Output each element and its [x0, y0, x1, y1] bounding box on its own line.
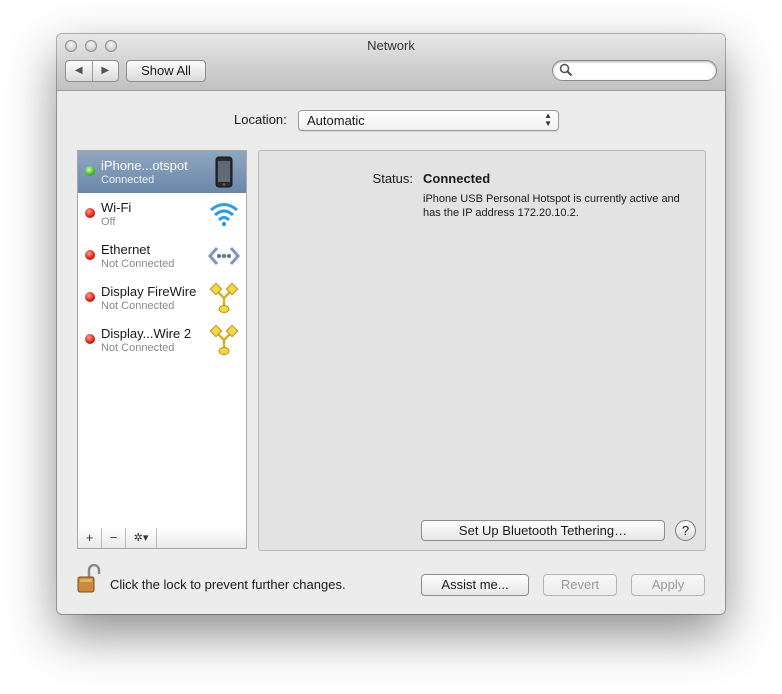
- service-list-controls: + − ✲▾: [77, 528, 247, 549]
- window-title: Network: [367, 38, 415, 53]
- service-name: Wi-Fi: [101, 200, 132, 215]
- title-bar: Network ◀ ▶ Show All: [57, 34, 725, 91]
- show-all-button[interactable]: Show All: [126, 60, 206, 82]
- service-name: Display...Wire 2: [101, 326, 192, 341]
- location-label: Location:: [234, 112, 287, 127]
- remove-service-button[interactable]: −: [102, 528, 126, 548]
- service-item-iphone-hotspot[interactable]: iPhone...otspot Connected: [78, 151, 246, 193]
- search-field[interactable]: [552, 60, 717, 81]
- status-description: iPhone USB Personal Hotspot is currently…: [423, 193, 680, 219]
- service-item-wifi[interactable]: Wi-Fi Off: [78, 193, 246, 235]
- service-status: Not Connected: [101, 300, 175, 312]
- location-value: Automatic: [307, 113, 365, 128]
- service-item-ethernet[interactable]: Ethernet Not Connected: [78, 235, 246, 277]
- service-status: Not Connected: [101, 258, 175, 270]
- service-item-display-firewire[interactable]: Display FireWire Not Connected: [78, 277, 246, 319]
- wifi-icon: [210, 203, 238, 227]
- back-arrow-icon[interactable]: ◀: [66, 61, 93, 81]
- bluetooth-tethering-button[interactable]: Set Up Bluetooth Tethering…: [421, 520, 665, 541]
- apply-button[interactable]: Apply: [631, 574, 705, 596]
- status-indicator-icon: [85, 250, 95, 260]
- add-service-button[interactable]: +: [78, 528, 102, 548]
- status-label: Status:: [372, 171, 413, 186]
- firewire-icon: [209, 282, 239, 313]
- gear-icon[interactable]: ✲▾: [126, 528, 157, 548]
- status-indicator-icon: [85, 334, 95, 344]
- status-indicator-icon: [85, 166, 95, 176]
- network-service-list: iPhone...otspot Connected Wi-Fi Off Ethe…: [77, 150, 247, 530]
- ethernet-icon: [208, 247, 240, 265]
- back-forward-control: ◀ ▶: [65, 60, 119, 82]
- service-name: iPhone...otspot: [101, 158, 188, 173]
- network-preferences-window: Network ◀ ▶ Show All Location: Automatic…: [57, 34, 725, 614]
- service-item-display-firewire-2[interactable]: Display...Wire 2 Not Connected: [78, 319, 246, 361]
- status-value: Connected: [423, 171, 491, 186]
- iphone-icon: [215, 156, 233, 188]
- service-name: Ethernet: [101, 242, 151, 257]
- popup-arrows-icon: ▲ ▼: [544, 111, 552, 128]
- firewire-icon: [209, 324, 239, 355]
- status-indicator-icon: [85, 292, 95, 302]
- service-status: Not Connected: [101, 342, 175, 354]
- assist-me-button[interactable]: Assist me...: [421, 574, 529, 596]
- service-status: Connected: [101, 174, 155, 186]
- status-indicator-icon: [85, 208, 95, 218]
- service-status: Off: [101, 216, 116, 228]
- lock-icon[interactable]: [76, 564, 102, 594]
- lock-message: Click the lock to prevent further change…: [110, 577, 346, 592]
- revert-button[interactable]: Revert: [543, 574, 617, 596]
- forward-arrow-icon[interactable]: ▶: [93, 61, 119, 81]
- service-name: Display FireWire: [101, 284, 197, 299]
- search-icon: [559, 63, 573, 77]
- location-popup[interactable]: Automatic ▲ ▼: [298, 110, 559, 131]
- service-detail-pane: Status: Connected iPhone USB Personal Ho…: [258, 150, 706, 551]
- help-button[interactable]: ?: [675, 520, 696, 541]
